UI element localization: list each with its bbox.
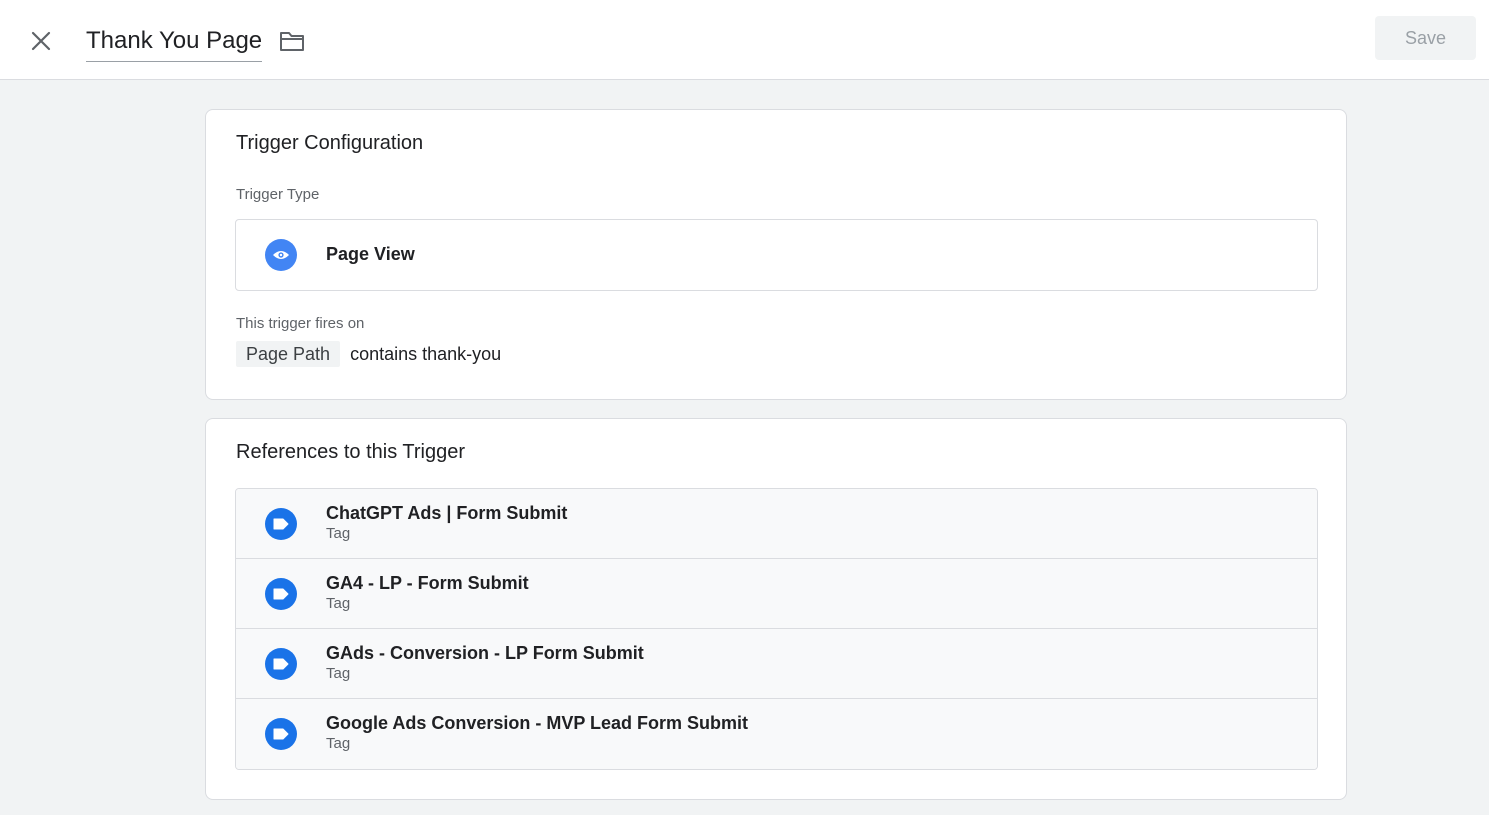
top-bar: Thank You Page Save xyxy=(0,0,1489,80)
trigger-type-name: Page View xyxy=(326,244,415,264)
reference-name: ChatGPT Ads | Form Submit xyxy=(326,503,568,523)
tag-icon xyxy=(265,718,297,750)
trigger-type-selector[interactable]: Page View xyxy=(235,219,1318,291)
card-title: Trigger Configuration xyxy=(236,132,424,154)
reference-item[interactable]: ChatGPT Ads | Form Submit Tag xyxy=(236,489,1317,559)
close-icon xyxy=(31,31,51,51)
reference-name: Google Ads Conversion - MVP Lead Form Su… xyxy=(326,713,749,733)
folder-icon xyxy=(280,32,304,51)
reference-type: Tag xyxy=(326,665,351,682)
reference-name: GA4 - LP - Form Submit xyxy=(326,573,529,593)
reference-type: Tag xyxy=(326,595,351,612)
trigger-name-input[interactable]: Thank You Page xyxy=(86,24,263,62)
condition-text: contains thank-you xyxy=(350,343,502,364)
reference-item[interactable]: GAds - Conversion - LP Form Submit Tag xyxy=(236,629,1317,699)
fires-on-label: This trigger fires on xyxy=(236,315,365,332)
tag-icon xyxy=(265,508,297,540)
reference-item[interactable]: GA4 - LP - Form Submit Tag xyxy=(236,559,1317,629)
reference-type: Tag xyxy=(326,525,351,542)
trigger-condition: Page Path contains thank-you xyxy=(236,341,501,367)
reference-type: Tag xyxy=(326,735,351,752)
trigger-type-label: Trigger Type xyxy=(236,186,320,203)
tag-icon xyxy=(265,578,297,610)
save-button[interactable]: Save xyxy=(1375,16,1476,60)
reference-item[interactable]: Google Ads Conversion - MVP Lead Form Su… xyxy=(236,699,1317,769)
references-card: References to this Trigger ChatGPT Ads |… xyxy=(205,418,1347,800)
card-title: References to this Trigger xyxy=(236,441,465,463)
tag-icon xyxy=(265,648,297,680)
eye-icon xyxy=(265,239,297,271)
reference-name: GAds - Conversion - LP Form Submit xyxy=(326,643,644,663)
condition-variable-chip: Page Path xyxy=(236,341,341,367)
trigger-configuration-card: Trigger Configuration Trigger Type Page … xyxy=(205,109,1347,400)
references-list: ChatGPT Ads | Form Submit Tag GA4 - LP -… xyxy=(235,488,1318,770)
close-button[interactable] xyxy=(22,22,60,60)
folder-button[interactable] xyxy=(276,26,308,56)
